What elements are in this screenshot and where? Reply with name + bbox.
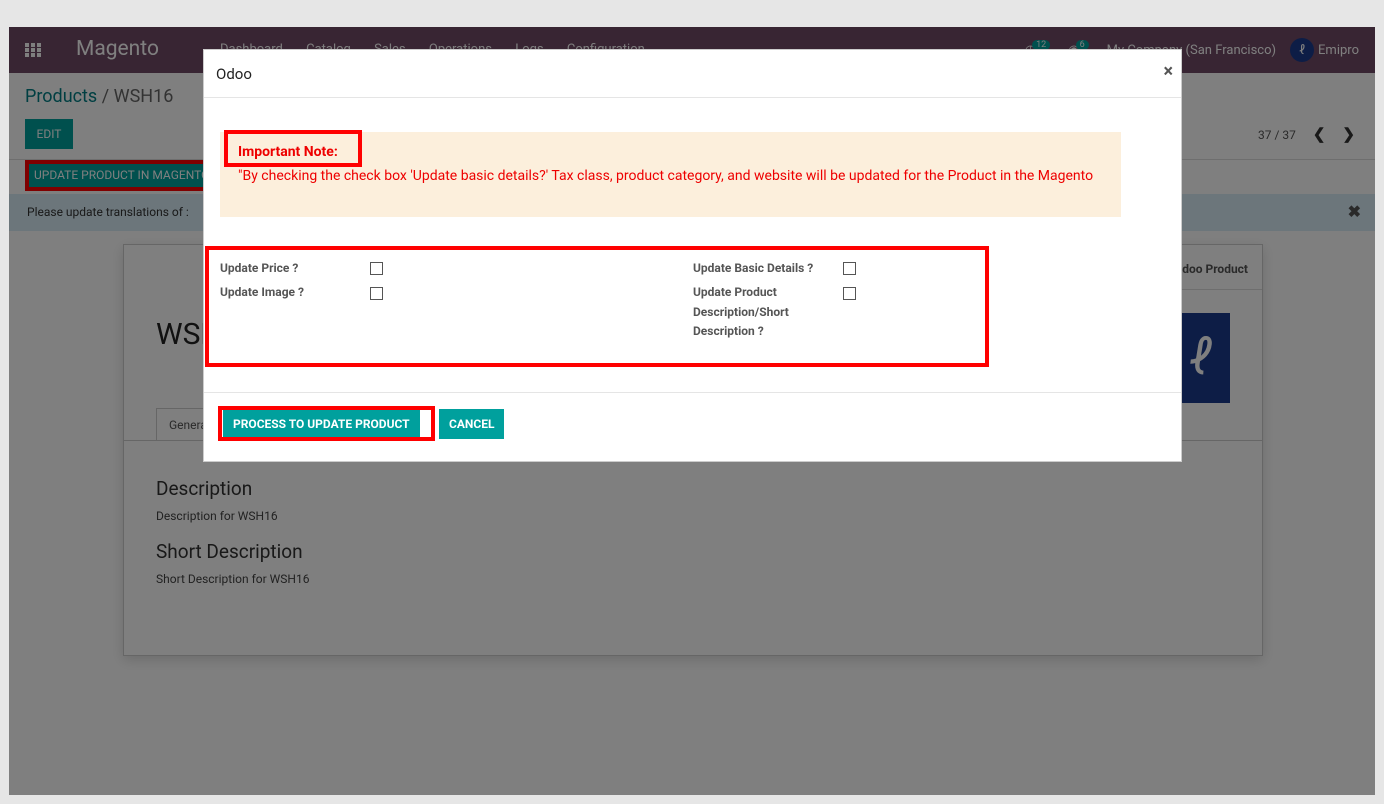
dialog-footer bbox=[204, 392, 1181, 393]
odoo-app: Magento Dashboard Catalog Sales Operatio… bbox=[9, 27, 1375, 795]
update-description-label: Update Product Description/Short Descrip… bbox=[693, 285, 789, 338]
update-description-checkbox[interactable] bbox=[843, 287, 856, 300]
dialog-header: Odoo × bbox=[204, 50, 1181, 98]
highlight-box-options bbox=[205, 246, 989, 367]
update-basic-details-checkbox[interactable] bbox=[843, 262, 856, 275]
update-product-dialog: Odoo × Important Note: "By checking the … bbox=[203, 49, 1182, 462]
update-image-label: Update Image ? bbox=[220, 285, 304, 299]
update-basic-details-label: Update Basic Details ? bbox=[693, 261, 814, 275]
cancel-button[interactable]: CANCEL bbox=[439, 409, 505, 439]
highlight-box-note-title bbox=[224, 130, 362, 167]
update-price-checkbox[interactable] bbox=[370, 262, 383, 275]
dialog-title: Odoo bbox=[216, 65, 252, 83]
close-icon[interactable]: × bbox=[1163, 61, 1173, 82]
update-image-checkbox[interactable] bbox=[370, 287, 383, 300]
highlight-box-process-button bbox=[218, 406, 435, 441]
update-price-label: Update Price ? bbox=[220, 261, 299, 275]
important-note-text: "By checking the check box 'Update basic… bbox=[238, 168, 1094, 184]
